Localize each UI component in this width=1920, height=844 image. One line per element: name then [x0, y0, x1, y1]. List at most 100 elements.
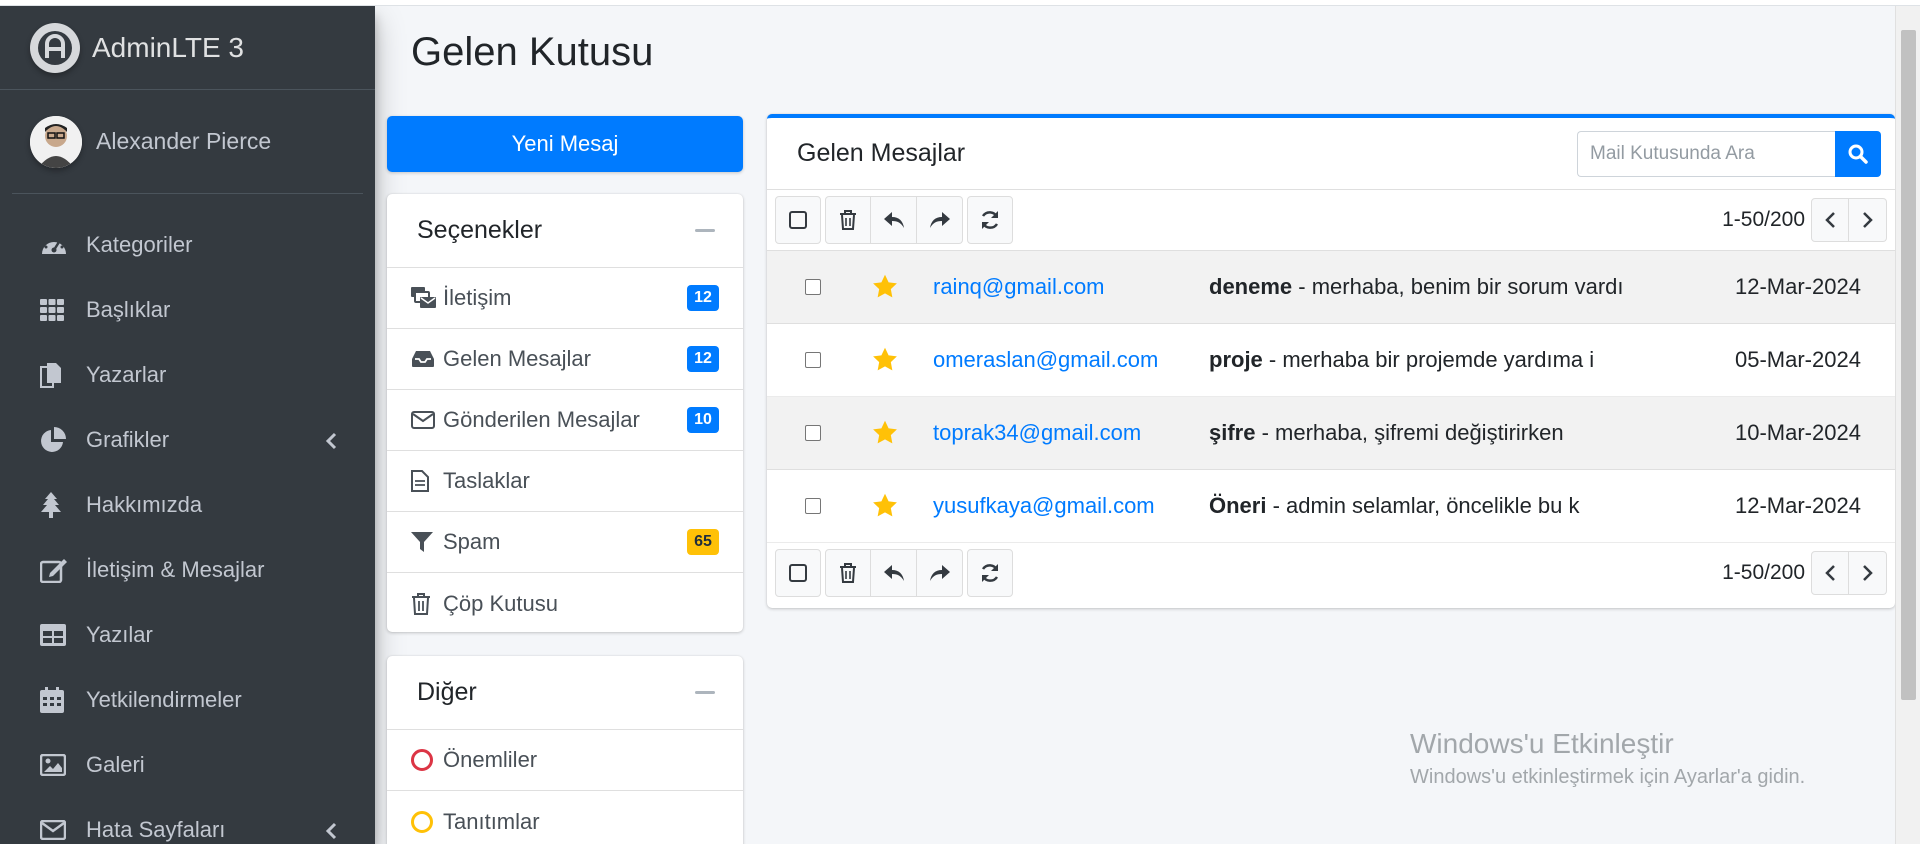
brand-link[interactable]: AdminLTE 3	[0, 6, 375, 90]
message-row[interactable]: toprak34@gmail.com şifre - merhaba, şifr…	[767, 397, 1895, 470]
star-icon[interactable]	[871, 273, 899, 301]
watermark-title: Windows'u Etkinleştir	[1410, 728, 1674, 759]
label-tanitimlar[interactable]: Tanıtımlar	[387, 791, 743, 844]
reply-icon	[883, 212, 904, 228]
forward-button[interactable]	[917, 196, 963, 244]
message-subject[interactable]: deneme - merhaba, benim bir sorum vardı	[1209, 274, 1685, 300]
message-checkbox[interactable]	[805, 352, 821, 368]
user-panel[interactable]: Alexander Pierce	[12, 90, 363, 194]
sidebar-item-galeri[interactable]: Galeri	[0, 732, 375, 797]
search-button[interactable]	[1835, 130, 1881, 177]
mail-bulk-icon	[411, 286, 437, 310]
message-sender[interactable]: yusufkaya@gmail.com	[933, 493, 1209, 519]
star-icon[interactable]	[871, 492, 899, 520]
content-wrapper: Gelen Kutusu Yeni Mesaj Seçenekler İleti…	[375, 6, 1895, 844]
folders-card: Seçenekler İletişim 12 Gelen Mesajlar 12…	[387, 194, 743, 632]
folder-spam[interactable]: Spam 65	[387, 512, 743, 573]
inbox-icon	[411, 347, 437, 371]
sidebar-item-hata-sayfalari[interactable]: Hata Sayfaları	[0, 797, 375, 844]
chevron-left-icon	[1825, 212, 1835, 228]
tachometer-icon	[40, 231, 72, 259]
delete-button[interactable]	[825, 549, 871, 597]
mailbox-toolbar-top: 1-50/200	[767, 190, 1895, 250]
circle-icon	[411, 810, 437, 834]
count-badge: 65	[687, 529, 719, 555]
sidebar-item-basliklar[interactable]: Başlıklar	[0, 277, 375, 342]
sidebar-item-grafikler[interactable]: Grafikler	[0, 407, 375, 472]
message-subject[interactable]: şifre - merhaba, şifremi değiştirirken	[1209, 420, 1685, 446]
collapse-button[interactable]	[695, 229, 715, 232]
folder-gelen-mesajlar[interactable]: Gelen Mesajlar 12	[387, 329, 743, 390]
count-badge: 12	[687, 285, 719, 311]
next-page-button[interactable]	[1849, 551, 1887, 595]
select-all-button[interactable]	[775, 196, 821, 244]
folder-gonderilen-mesajlar[interactable]: Gönderilen Mesajlar 10	[387, 390, 743, 451]
search-group	[1577, 130, 1881, 177]
message-sender[interactable]: rainq@gmail.com	[933, 274, 1209, 300]
search-input[interactable]	[1577, 130, 1835, 177]
circle-icon	[411, 748, 437, 772]
message-date: 10-Mar-2024	[1735, 420, 1861, 445]
folder-iletisim[interactable]: İletişim 12	[387, 268, 743, 329]
top-border	[0, 0, 1920, 6]
refresh-button[interactable]	[967, 549, 1013, 597]
calendar-icon	[40, 686, 72, 714]
refresh-button[interactable]	[967, 196, 1013, 244]
envelope-icon	[40, 816, 72, 844]
brand-name: AdminLTE 3	[92, 31, 244, 63]
reply-button[interactable]	[871, 196, 917, 244]
square-icon	[789, 564, 807, 582]
message-checkbox[interactable]	[805, 498, 821, 514]
page-info: 1-50/200	[1722, 208, 1805, 231]
sidebar-item-hakkimizda[interactable]: Hakkımızda	[0, 472, 375, 537]
label-onemliler[interactable]: Önemliler	[387, 730, 743, 791]
avatar	[30, 115, 82, 168]
prev-page-button[interactable]	[1811, 198, 1849, 242]
star-icon[interactable]	[871, 346, 899, 374]
collapse-button[interactable]	[695, 691, 715, 694]
message-checkbox[interactable]	[805, 425, 821, 441]
sidebar-nav: Kategoriler Başlıklar Yazarlar Grafikler	[0, 194, 375, 844]
prev-page-button[interactable]	[1811, 551, 1849, 595]
message-row[interactable]: yusufkaya@gmail.com Öneri - admin selaml…	[767, 470, 1895, 543]
message-date: 12-Mar-2024	[1735, 493, 1861, 518]
table-icon	[40, 621, 72, 649]
reply-button[interactable]	[871, 549, 917, 597]
folder-cop-kutusu[interactable]: Çöp Kutusu	[387, 573, 743, 634]
mailbox-title: Gelen Mesajlar	[797, 139, 966, 167]
star-icon[interactable]	[871, 419, 899, 447]
folders-header: Seçenekler	[387, 194, 743, 268]
sidebar-item-yetkilendirmeler[interactable]: Yetkilendirmeler	[0, 667, 375, 732]
select-all-button[interactable]	[775, 549, 821, 597]
reply-icon	[883, 565, 904, 581]
brand-logo-icon	[30, 22, 80, 73]
compose-button[interactable]: Yeni Mesaj	[387, 116, 743, 172]
folder-taslaklar[interactable]: Taslaklar	[387, 451, 743, 512]
message-checkbox[interactable]	[805, 279, 821, 295]
message-row[interactable]: omeraslan@gmail.com proje - merhaba bir …	[767, 324, 1895, 397]
sidebar-item-yazilar[interactable]: Yazılar	[0, 602, 375, 667]
mailbox-toolbar-bottom: 1-50/200	[767, 543, 1895, 603]
page-scrollbar[interactable]	[1895, 6, 1920, 844]
sidebar-item-kategoriler[interactable]: Kategoriler	[0, 212, 375, 277]
message-date: 12-Mar-2024	[1735, 274, 1861, 299]
trash-icon	[840, 563, 856, 583]
message-sender[interactable]: omeraslan@gmail.com	[933, 347, 1209, 373]
message-sender[interactable]: toprak34@gmail.com	[933, 420, 1209, 446]
message-subject[interactable]: proje - merhaba bir projemde yardıma i	[1209, 347, 1685, 373]
count-badge: 10	[687, 407, 719, 433]
scrollbar-thumb[interactable]	[1901, 30, 1916, 700]
page-info: 1-50/200	[1722, 561, 1805, 584]
message-row[interactable]: rainq@gmail.com deneme - merhaba, benim …	[767, 251, 1895, 324]
message-subject[interactable]: Öneri - admin selamlar, öncelikle bu k	[1209, 493, 1685, 519]
delete-button[interactable]	[825, 196, 871, 244]
sidebar-item-iletisim-mesajlar[interactable]: İletişim & Mesajlar	[0, 537, 375, 602]
envelope-icon	[411, 408, 437, 432]
message-date: 05-Mar-2024	[1735, 347, 1861, 372]
forward-button[interactable]	[917, 549, 963, 597]
chevron-left-icon	[325, 430, 341, 450]
next-page-button[interactable]	[1849, 198, 1887, 242]
user-name: Alexander Pierce	[96, 128, 272, 154]
sidebar-item-yazarlar[interactable]: Yazarlar	[0, 342, 375, 407]
sidebar: AdminLTE 3 Alexander Pierce Kategoriler	[0, 6, 375, 844]
